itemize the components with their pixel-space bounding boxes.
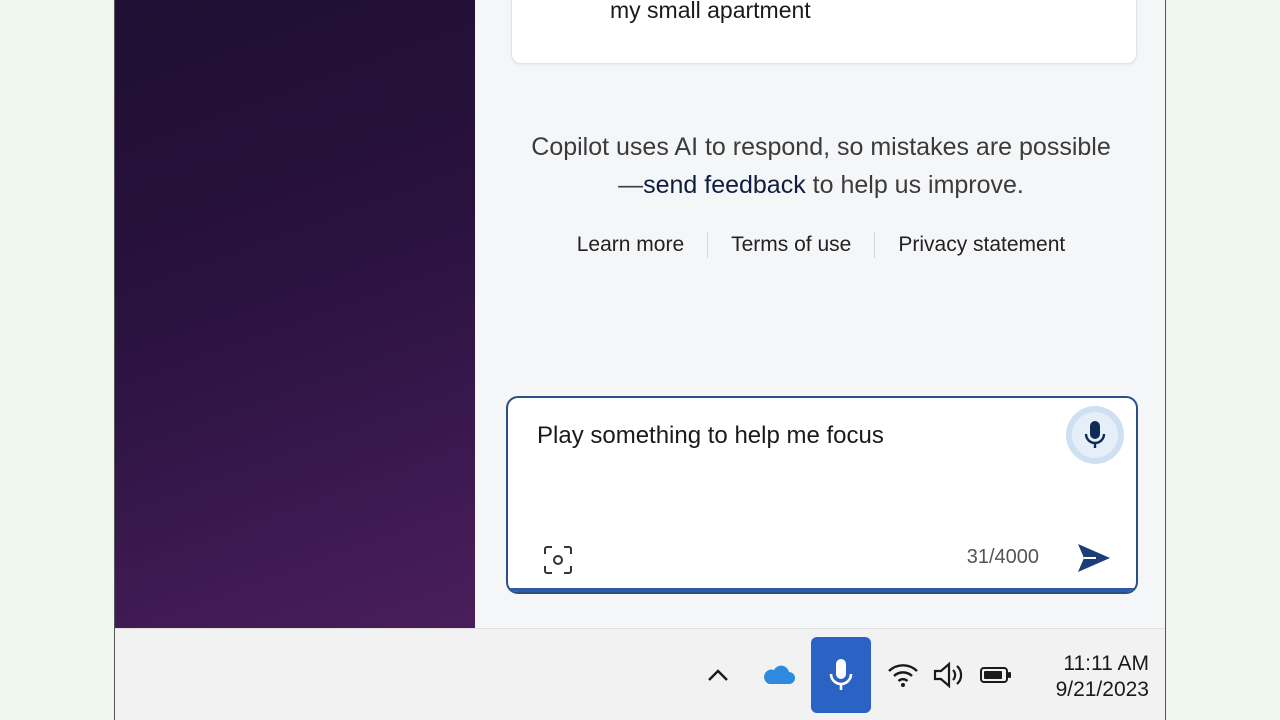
volume-icon	[933, 661, 963, 689]
desktop-wallpaper	[115, 0, 475, 628]
battery-button[interactable]	[976, 655, 1016, 695]
character-counter: 31/4000	[966, 546, 1039, 568]
clock-time: 11:11 AM	[1063, 652, 1149, 675]
link-divider	[707, 232, 709, 258]
send-arrow-icon	[1078, 544, 1110, 572]
chevron-up-icon	[708, 669, 728, 681]
previous-message-card: my small apartment	[511, 0, 1137, 64]
previous-message-text: my small apartment	[610, 0, 811, 23]
show-hidden-icons-button[interactable]	[698, 655, 738, 695]
onedrive-button[interactable]	[758, 655, 798, 695]
battery-icon	[980, 667, 1011, 683]
taskbar: 11:11 AM 9/21/2023	[115, 628, 1165, 720]
microphone-icon	[1084, 421, 1106, 448]
link-divider	[874, 232, 876, 258]
taskbar-microphone-button[interactable]	[811, 637, 871, 713]
wifi-icon	[888, 664, 918, 687]
terms-of-use-link[interactable]: Terms of use	[731, 233, 851, 257]
send-button[interactable]	[1074, 538, 1114, 578]
volume-button[interactable]	[929, 655, 969, 695]
taskbar-clock[interactable]: 11:11 AM 9/21/2023	[1056, 651, 1149, 703]
chat-input-box[interactable]: Play something to help me focus 31/4000	[506, 396, 1138, 594]
privacy-statement-link[interactable]: Privacy statement	[898, 233, 1065, 257]
copilot-pane: my small apartment Copilot uses AI to re…	[476, 0, 1165, 628]
wifi-button[interactable]	[883, 655, 923, 695]
screen-frame: my small apartment Copilot uses AI to re…	[114, 0, 1166, 720]
learn-more-link[interactable]: Learn more	[577, 233, 684, 257]
send-feedback-link[interactable]: send feedback	[643, 171, 806, 199]
ai-disclaimer: Copilot uses AI to respond, so mistakes …	[521, 128, 1121, 204]
clock-date: 9/21/2023	[1055, 678, 1149, 701]
screenshot-scan-button[interactable]	[542, 544, 574, 576]
microphone-icon	[829, 659, 853, 690]
chat-input-field[interactable]: Play something to help me focus	[537, 422, 884, 450]
voice-input-button[interactable]	[1066, 406, 1124, 464]
disclaimer-suffix: to help us improve.	[805, 171, 1024, 199]
footer-links: Learn more Terms of use Privacy statemen…	[476, 232, 1165, 258]
onedrive-cloud-icon	[764, 665, 795, 684]
screenshot-scan-icon	[544, 546, 572, 574]
